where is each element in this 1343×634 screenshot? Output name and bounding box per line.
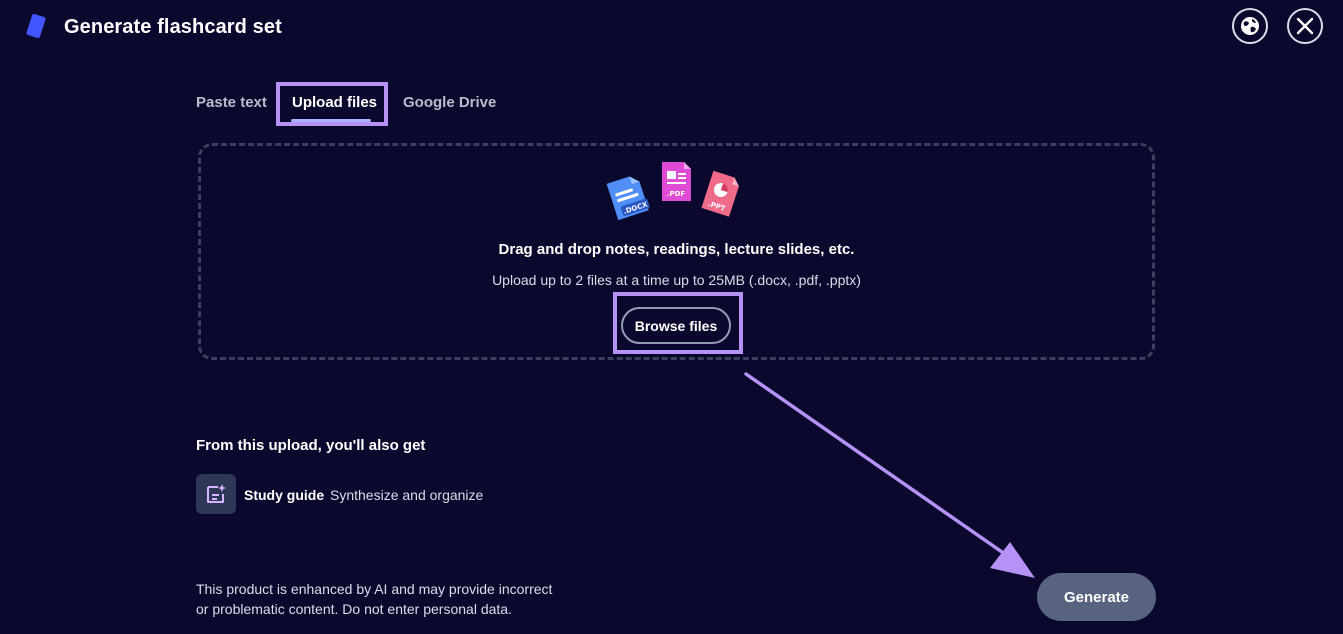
annotation-arrow bbox=[744, 372, 1035, 578]
pdf-file-icon: .PDF bbox=[662, 162, 691, 201]
file-type-icons: .DOCX .PDF .PPT bbox=[606, 162, 739, 221]
study-guide-icon-box bbox=[196, 474, 236, 514]
also-get-title: From this upload, you'll also get bbox=[196, 437, 426, 454]
highlight-box-upload-tab bbox=[276, 82, 388, 126]
pdf-label: .PDF bbox=[667, 190, 686, 198]
disclaimer-line-1: This product is enhanced by AI and may p… bbox=[196, 581, 553, 597]
study-guide-label: Study guide bbox=[244, 487, 325, 503]
logo-icon bbox=[26, 13, 46, 39]
docx-file-icon: .DOCX bbox=[606, 176, 650, 221]
disclaimer-line-2: or problematic content. Do not enter per… bbox=[196, 601, 512, 617]
ai-disclaimer: This product is enhanced by AI and may p… bbox=[196, 579, 596, 619]
tab-google-drive[interactable]: Google Drive bbox=[403, 94, 496, 112]
highlight-box-browse-button bbox=[613, 292, 743, 354]
tab-paste-text[interactable]: Paste text bbox=[196, 94, 267, 112]
generate-button[interactable]: Generate bbox=[1037, 573, 1156, 621]
close-icon bbox=[1296, 17, 1314, 35]
page-title: Generate flashcard set bbox=[64, 16, 282, 38]
study-guide-icon bbox=[207, 484, 226, 503]
language-button[interactable] bbox=[1232, 8, 1268, 44]
ppt-file-icon: .PPT bbox=[701, 170, 739, 217]
globe-icon bbox=[1241, 17, 1259, 35]
dropzone-title: Drag and drop notes, readings, lecture s… bbox=[498, 241, 855, 258]
study-guide-description: Synthesize and organize bbox=[330, 487, 484, 503]
dropzone-subtitle: Upload up to 2 files at a time up to 25M… bbox=[492, 272, 861, 288]
close-button[interactable] bbox=[1287, 8, 1323, 44]
